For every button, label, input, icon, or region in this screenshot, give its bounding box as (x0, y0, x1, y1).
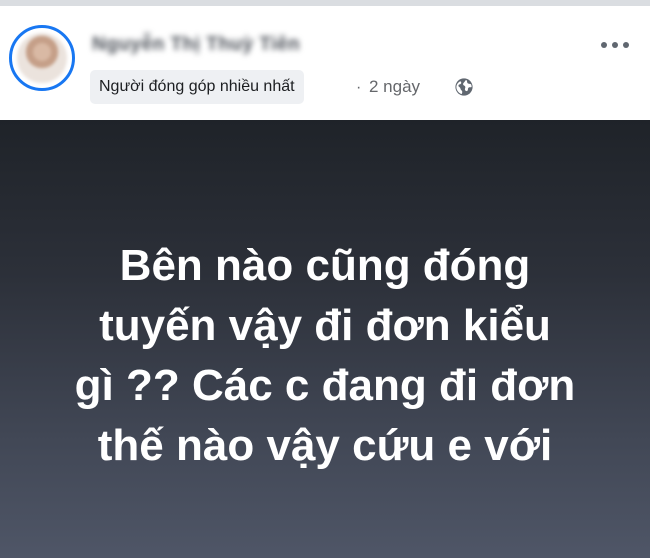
meta-separator: · (356, 79, 362, 96)
more-options-icon[interactable] (597, 36, 633, 54)
post-timestamp[interactable]: 2 ngày (369, 77, 420, 97)
post-text-line: thế nào vậy cứu e với (97, 421, 553, 470)
contributor-badge[interactable]: Người đóng góp nhiều nhất (90, 70, 304, 104)
post-content-card: Bên nào cũng đóng tuyến vậy đi đơn kiểu … (0, 120, 650, 558)
globe-icon (455, 78, 473, 96)
post-text: Bên nào cũng đóng tuyến vậy đi đơn kiểu … (0, 236, 650, 476)
author-name[interactable]: Nguyễn Thị Thuỳ Tiên (92, 34, 300, 56)
avatar-image (17, 33, 67, 83)
post-text-line: gì ?? Các c đang đi đơn (74, 361, 576, 410)
post-header: Nguyễn Thị Thuỳ Tiên Người đóng góp nhiề… (0, 6, 650, 120)
avatar[interactable] (9, 25, 75, 91)
post-text-line: tuyến vậy đi đơn kiểu (99, 301, 551, 350)
post-text-line: Bên nào cũng đóng (119, 241, 531, 290)
